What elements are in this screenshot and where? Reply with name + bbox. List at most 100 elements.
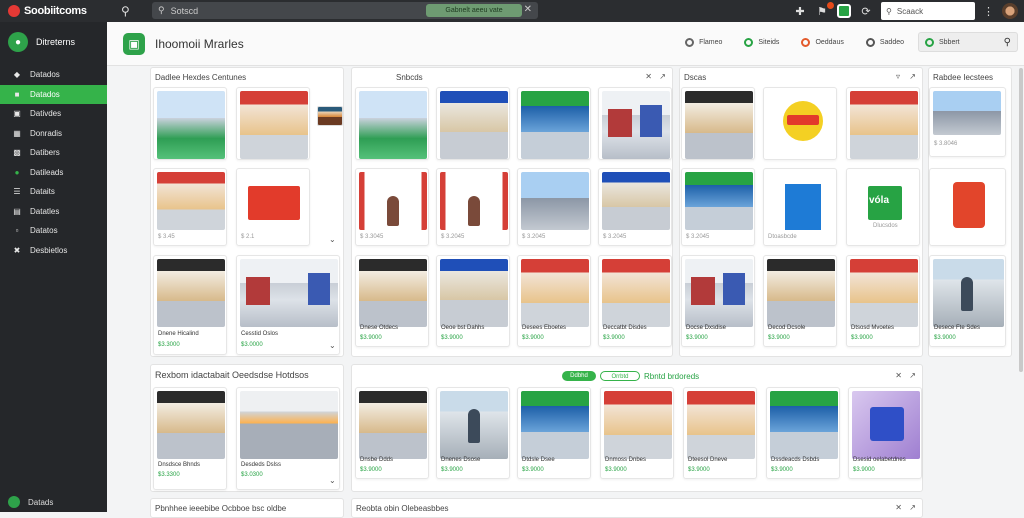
product-card[interactable]: Dnenes Dsose $3.9000 xyxy=(436,387,510,479)
chevron-down-icon[interactable]: ⌄ xyxy=(329,341,336,350)
product-card[interactable]: Dnese Otdecs $3.9000 xyxy=(355,255,429,347)
header-action-2[interactable]: Siteids xyxy=(736,32,788,52)
chevron-down-icon[interactable]: ⌄ xyxy=(329,476,336,485)
scrollbar[interactable] xyxy=(1019,68,1023,372)
card-name: Dnenes Dsose xyxy=(441,457,481,463)
product-card[interactable]: Dteesol Dneve $3.9000 xyxy=(683,387,757,479)
app-logo[interactable]: Soobiitcoms xyxy=(0,5,107,17)
card-price: $3.9000 xyxy=(603,335,625,341)
sidebar-item-label: Dativdes xyxy=(30,109,62,119)
product-image xyxy=(604,391,672,459)
product-card[interactable] xyxy=(929,168,1006,246)
search-filter-pill[interactable]: Gabnelt aeeu vate xyxy=(426,4,522,17)
product-card[interactable]: Dnmoss Dnbes $3.9000 xyxy=(600,387,674,479)
plus-icon[interactable]: ✚ xyxy=(793,5,807,18)
product-card[interactable]: Desece Fte Sdes $3.9000 xyxy=(929,255,1006,347)
header-action-3[interactable]: Oeddaus xyxy=(793,32,852,52)
chevron-down-icon[interactable]: ⌄ xyxy=(329,235,336,244)
product-card[interactable]: Docse Dxsdise $3.9000 xyxy=(681,255,755,347)
product-card[interactable] xyxy=(598,87,672,160)
product-card[interactable] xyxy=(355,87,429,160)
product-card[interactable]: Decod Dcsole $3.9000 xyxy=(763,255,837,347)
notification-icon[interactable]: ⚑ xyxy=(815,1,834,18)
product-image xyxy=(440,91,508,159)
product-card[interactable]: Dnene Hicalind $3.3000 xyxy=(153,255,227,355)
product-card[interactable]: Dssdeacds Dsbds $3.9000 xyxy=(766,387,840,479)
close-icon[interactable]: ✕ xyxy=(524,4,532,15)
more-icon[interactable]: ⋮ xyxy=(983,5,994,18)
header-action-1[interactable]: Flameo xyxy=(677,32,731,52)
refresh-icon[interactable]: ⟳ xyxy=(859,5,873,18)
sidebar-item-5[interactable]: ▩ Datibers xyxy=(0,143,107,163)
product-image xyxy=(767,259,835,327)
expand-icon[interactable]: ↗ xyxy=(909,371,916,380)
product-card[interactable]: Dsesid oelabetdnes $3.9000 xyxy=(848,387,922,479)
header-search[interactable]: Sbbert ⚲ xyxy=(918,32,1018,52)
product-card[interactable]: $ 3.2045 xyxy=(517,168,591,246)
card-meta: $ 3.2045 xyxy=(522,234,546,240)
top-bar: Soobiitcoms ⚲ ⚲ Sotscd Gabnelt aeeu vate… xyxy=(0,0,1024,22)
expand-icon[interactable]: ↗ xyxy=(659,72,666,81)
search-icon[interactable]: ⚲ xyxy=(1004,37,1011,48)
product-card[interactable]: $ 3.45 xyxy=(153,168,227,246)
product-card[interactable] xyxy=(681,87,755,160)
close-icon[interactable]: ✕ xyxy=(895,371,902,380)
card-name: Dssdeacds Dsbds xyxy=(771,457,820,463)
product-card[interactable]: vóla Dlucsdos xyxy=(846,168,920,246)
search-input[interactable]: Sotscd xyxy=(171,6,421,16)
search-icon[interactable]: ⚲ xyxy=(121,4,130,18)
product-card[interactable]: $ 3.8046 xyxy=(929,87,1006,157)
product-card[interactable] xyxy=(236,87,310,160)
sidebar-item-2[interactable]: ■ Datados xyxy=(0,84,107,104)
product-card[interactable] xyxy=(846,87,920,160)
close-icon[interactable]: ✕ xyxy=(895,503,902,512)
product-card[interactable]: $ 3.2045 xyxy=(681,168,755,246)
product-card[interactable]: $ 3.3045 xyxy=(355,168,429,246)
card-name: Dteesol Dneve xyxy=(688,457,728,463)
product-card[interactable]: $ 3.2045 xyxy=(598,168,672,246)
product-card[interactable]: Oeoe bst Dahhs $3.9000 xyxy=(436,255,510,347)
product-thumbnail[interactable] xyxy=(317,106,343,126)
product-card[interactable] xyxy=(517,87,591,160)
product-card[interactable] xyxy=(436,87,510,160)
header-action-label: Siteids xyxy=(758,38,780,46)
sidebar-item-10[interactable]: ✖ Desbietlos xyxy=(0,241,107,261)
product-card[interactable]: Dnsdsce Bhnds $3.3300 xyxy=(153,387,227,490)
avatar[interactable] xyxy=(1002,3,1018,19)
product-card[interactable]: Dtoasbcde xyxy=(763,168,837,246)
sidebar-item-3[interactable]: ▣ Dativdes xyxy=(0,104,107,124)
product-image xyxy=(521,259,589,327)
product-image xyxy=(685,91,753,159)
filter-pill[interactable]: Orrbtd xyxy=(600,371,640,381)
sidebar-item-9[interactable]: ▫ Datatos xyxy=(0,221,107,241)
product-card[interactable]: Dtsosd Mvoetes $3.9000 xyxy=(846,255,920,347)
product-image xyxy=(240,391,338,459)
product-card[interactable]: Cesstid Oslos $3.0000 xyxy=(236,255,340,355)
product-card[interactable]: Dnsbe Ddds $3.9000 xyxy=(355,387,429,479)
sidebar-item-4[interactable]: ▦ Donradis xyxy=(0,124,107,144)
search-bar[interactable]: ⚲ Sotscd Gabnelt aeeu vate ✕ xyxy=(152,2,538,19)
quick-search[interactable]: ⚲ Scaack xyxy=(881,2,975,20)
sidebar-item-1[interactable]: ◆ Datados xyxy=(0,65,107,85)
close-icon[interactable]: ✕ xyxy=(645,72,652,81)
product-card[interactable]: Desdeds Dslss $3.0300 xyxy=(236,387,340,490)
status-icon[interactable] xyxy=(837,4,851,18)
product-card[interactable]: Deccatbt Disdes $3.9000 xyxy=(598,255,672,347)
product-card[interactable]: $ 2.1 xyxy=(236,168,310,246)
header-action-4[interactable]: Saddeo xyxy=(857,32,912,52)
sidebar-item-8[interactable]: ▤ Datatles xyxy=(0,202,107,222)
product-card[interactable]: Dtdsle Dsee $3.9000 xyxy=(517,387,591,479)
sidebar-item-6[interactable]: ● Datileads xyxy=(0,163,107,183)
product-card[interactable] xyxy=(153,87,227,160)
card-price: $3.9000 xyxy=(771,467,793,473)
expand-icon[interactable]: ↗ xyxy=(909,503,916,512)
filter-pill[interactable]: Ddbhd xyxy=(562,371,596,381)
product-card[interactable] xyxy=(763,87,837,160)
sidebar-brand[interactable]: ● Ditreterns xyxy=(0,22,107,62)
sidebar-item-7[interactable]: ☰ Dataits xyxy=(0,182,107,202)
filter-icon[interactable]: ▿ xyxy=(896,72,900,81)
expand-icon[interactable]: ↗ xyxy=(909,72,916,81)
product-card[interactable]: Desees Eboetes $3.9000 xyxy=(517,255,591,347)
product-card[interactable]: $ 3.2045 xyxy=(436,168,510,246)
sidebar-footer[interactable]: Datads xyxy=(8,496,53,508)
